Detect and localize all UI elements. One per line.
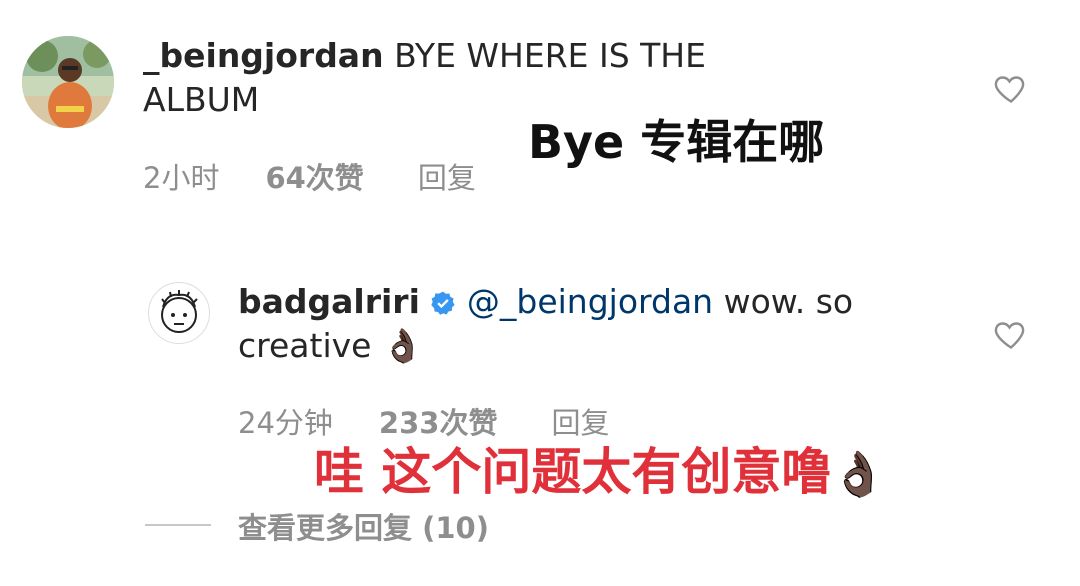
avatar-beingjordan[interactable] xyxy=(22,36,114,128)
heart-icon[interactable] xyxy=(993,70,1029,106)
overlay-caption-2: 哇 这个问题太有创意噜👌🏿 xyxy=(314,432,886,504)
avatar-badgalriri[interactable] xyxy=(148,282,210,344)
view-more-label: 查看更多回复 xyxy=(238,511,413,545)
comment-1-likes[interactable]: 64次赞 xyxy=(265,155,363,197)
comment-1-text-line1: BYE WHERE IS THE xyxy=(394,36,706,75)
avatar-photo-icon xyxy=(22,36,114,128)
comment-1-text-line2: ALBUM xyxy=(143,80,260,119)
comment-2-username[interactable]: badgalriri xyxy=(238,282,420,321)
heart-icon[interactable] xyxy=(993,316,1029,352)
ok-hand-emoji: 👌🏿 xyxy=(381,326,424,365)
overlay-ok-hand-emoji: 👌🏿 xyxy=(831,449,887,500)
avatar-drawing-icon xyxy=(161,290,198,333)
divider-line xyxy=(145,524,211,526)
view-more-count: (10) xyxy=(422,511,489,545)
comment-2-text-line2: creative xyxy=(238,326,372,365)
overlay-caption-2-text: 哇 这个问题太有创意噜 xyxy=(314,443,832,501)
verified-badge-icon xyxy=(431,291,455,315)
comment-2-text-line1: wow. so xyxy=(723,282,854,321)
comment-2-body: badgalriri @_beingjordan wow. so creativ… xyxy=(238,280,998,368)
comment-1-username[interactable]: _beingjordan xyxy=(143,36,384,75)
comment-1-time: 2小时 xyxy=(143,161,220,195)
comment-2-mention-link[interactable]: @_beingjordan xyxy=(467,282,713,321)
view-more-replies-button[interactable]: 查看更多回复 (10) xyxy=(238,505,489,547)
comment-1-reply-button[interactable]: 回复 xyxy=(418,155,476,197)
comment-1-meta: 2小时 64次赞 回复 xyxy=(143,155,476,197)
overlay-caption-1: Bye 专辑在哪 xyxy=(528,115,825,169)
